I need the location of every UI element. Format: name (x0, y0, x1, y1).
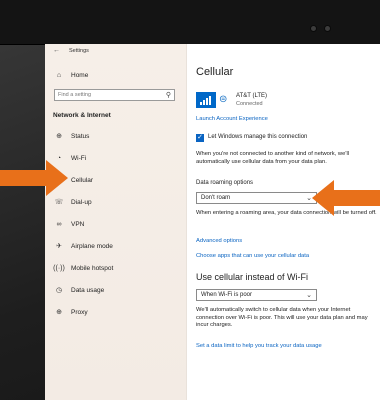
use-cellular-value: When Wi-Fi is poor (201, 292, 253, 298)
sidebar-item-label: Home (71, 71, 89, 79)
sidebar-item-home[interactable]: ⌂ Home (45, 66, 186, 84)
airplane-icon: ✈ (56, 243, 62, 250)
carrier-status: Connected (236, 101, 263, 107)
sidebar-item-label: Proxy (71, 308, 88, 316)
section-title: Network & Internet (53, 112, 111, 119)
search-icon[interactable]: ⚲ (166, 91, 171, 99)
sidebar-item-data-usage[interactable]: ◷ Data usage (45, 281, 186, 299)
callout-arrow-cellular-icon (0, 160, 68, 196)
sidebar-item-status[interactable]: ⊕ Status (45, 127, 186, 145)
sidebar-item-label: Wi-Fi (71, 154, 87, 162)
use-cellular-description: We'll automatically switch to cellular d… (196, 307, 368, 328)
data-limit-link[interactable]: Set a data limit to help you track your … (196, 343, 322, 349)
main-content: Cellular ⊜ AT&T (LTE) Connected Launch A… (187, 44, 380, 400)
manage-connection-label: Let Windows manage this connection (208, 134, 308, 140)
advanced-options-link[interactable]: Advanced options (196, 238, 242, 244)
use-cellular-heading: Use cellular instead of Wi-Fi (196, 272, 309, 282)
camera-icon (311, 26, 316, 31)
launch-account-link[interactable]: Launch Account Experience (196, 116, 268, 122)
manage-description: When you're not connected to another kin… (196, 151, 350, 165)
sidebar-item-vpn[interactable]: ∞ VPN (45, 215, 186, 233)
roaming-dropdown[interactable]: Don't roam ⌄ (196, 192, 317, 204)
settings-window: ← Settings ⌂ Home Find a setting ⚲ Netwo… (45, 44, 380, 400)
sidebar-item-label: Mobile hotspot (71, 264, 114, 272)
cellular-network-icon (196, 92, 216, 108)
sidebar-item-label: Data usage (71, 286, 105, 294)
callout-arrow-roaming-icon (312, 180, 380, 216)
sidebar-item-label: VPN (71, 220, 85, 228)
choose-apps-link[interactable]: Choose apps that can use your cellular d… (196, 253, 309, 259)
sidebar: ← Settings ⌂ Home Find a setting ⚲ Netwo… (45, 44, 187, 400)
page-title: Cellular (196, 66, 234, 78)
sidebar-item-airplane-mode[interactable]: ✈ Airplane mode (45, 237, 186, 255)
att-logo-icon: ⊜ (219, 94, 228, 105)
device-top-bezel (0, 0, 380, 45)
roaming-value: Don't roam (201, 195, 231, 201)
vpn-icon: ∞ (56, 220, 62, 228)
sensor-icon (325, 26, 330, 31)
home-icon: ⌂ (56, 71, 62, 79)
sidebar-item-label: Airplane mode (71, 242, 113, 250)
data-usage-icon: ◷ (55, 287, 63, 294)
sidebar-item-label: Cellular (71, 176, 94, 184)
chevron-down-icon: ⌄ (306, 292, 312, 299)
dialup-icon: ☏ (54, 199, 64, 206)
carrier-name: AT&T (LTE) (236, 93, 268, 99)
sidebar-item-proxy[interactable]: ⊕ Proxy (45, 303, 186, 321)
hotspot-icon: ((·)) (53, 264, 65, 272)
globe-icon: ⊕ (56, 133, 62, 140)
sidebar-item-label: Status (71, 132, 90, 140)
proxy-icon: ⊕ (56, 309, 62, 316)
sidebar-item-label: Dial-up (71, 198, 92, 206)
search-placeholder: Find a setting (58, 92, 92, 98)
roaming-label: Data roaming options (196, 180, 254, 186)
manage-connection-checkbox[interactable]: ✓ (196, 134, 204, 142)
back-arrow-icon[interactable]: ← (53, 47, 60, 54)
search-input[interactable]: Find a setting ⚲ (54, 89, 175, 101)
title-bar: ← Settings (45, 44, 186, 58)
app-title: Settings (69, 48, 89, 54)
sidebar-item-mobile-hotspot[interactable]: ((·)) Mobile hotspot (45, 259, 186, 277)
use-cellular-dropdown[interactable]: When Wi-Fi is poor ⌄ (196, 289, 317, 301)
